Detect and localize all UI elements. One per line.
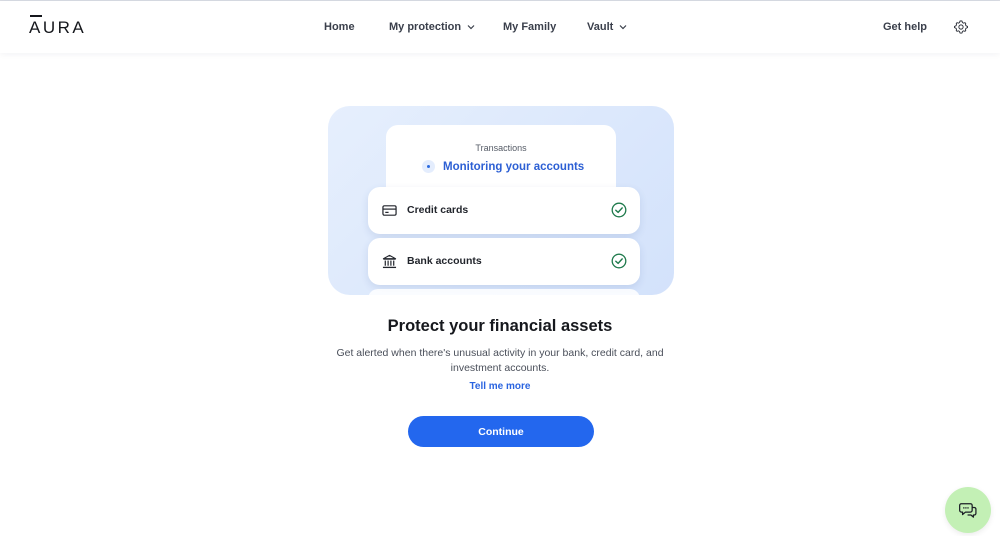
- gear-icon[interactable]: [953, 19, 969, 35]
- monitoring-status: Monitoring your accounts: [422, 160, 584, 173]
- page-description: Get alerted when there's unusual activit…: [336, 347, 664, 374]
- page-title: Protect your financial assets: [387, 317, 613, 335]
- check-circle-icon: [611, 253, 627, 269]
- nav-home-label: Home: [324, 21, 355, 33]
- monitoring-status-text: Monitoring your accounts: [443, 160, 585, 173]
- next-row-peek: [368, 289, 640, 295]
- bank-accounts-row: Bank accounts: [368, 238, 640, 285]
- status-dot-icon: [422, 160, 435, 173]
- accounts-illustration: Transactions Monitoring your accounts Cr…: [328, 106, 674, 295]
- get-help-link[interactable]: Get help: [883, 21, 927, 33]
- chat-button[interactable]: [945, 487, 991, 533]
- chevron-down-icon: [467, 25, 475, 30]
- chevron-down-icon: [619, 25, 627, 30]
- main-nav: Home My protection My Family Vault: [0, 1, 1000, 53]
- tell-me-more-link[interactable]: Tell me more: [0, 381, 1000, 392]
- nav-vault[interactable]: Vault: [587, 21, 628, 33]
- nav-my-protection[interactable]: My protection: [389, 21, 476, 33]
- bank-accounts-label: Bank accounts: [407, 255, 482, 267]
- transactions-label: Transactions: [475, 143, 527, 153]
- credit-cards-label: Credit cards: [407, 204, 469, 216]
- nav-my-family[interactable]: My Family: [503, 21, 556, 33]
- top-header: AURA Home My protection My Family Vault …: [0, 1, 1000, 53]
- nav-vault-label: Vault: [587, 21, 614, 33]
- credit-card-icon: [382, 205, 397, 216]
- credit-cards-row: Credit cards: [368, 187, 640, 234]
- bank-icon: [382, 254, 397, 269]
- nav-home[interactable]: Home: [324, 21, 355, 33]
- check-circle-icon: [611, 202, 627, 218]
- nav-my-protection-label: My protection: [389, 21, 462, 33]
- continue-button[interactable]: Continue: [408, 416, 594, 447]
- chat-icon: [959, 503, 977, 518]
- nav-my-family-label: My Family: [503, 21, 557, 33]
